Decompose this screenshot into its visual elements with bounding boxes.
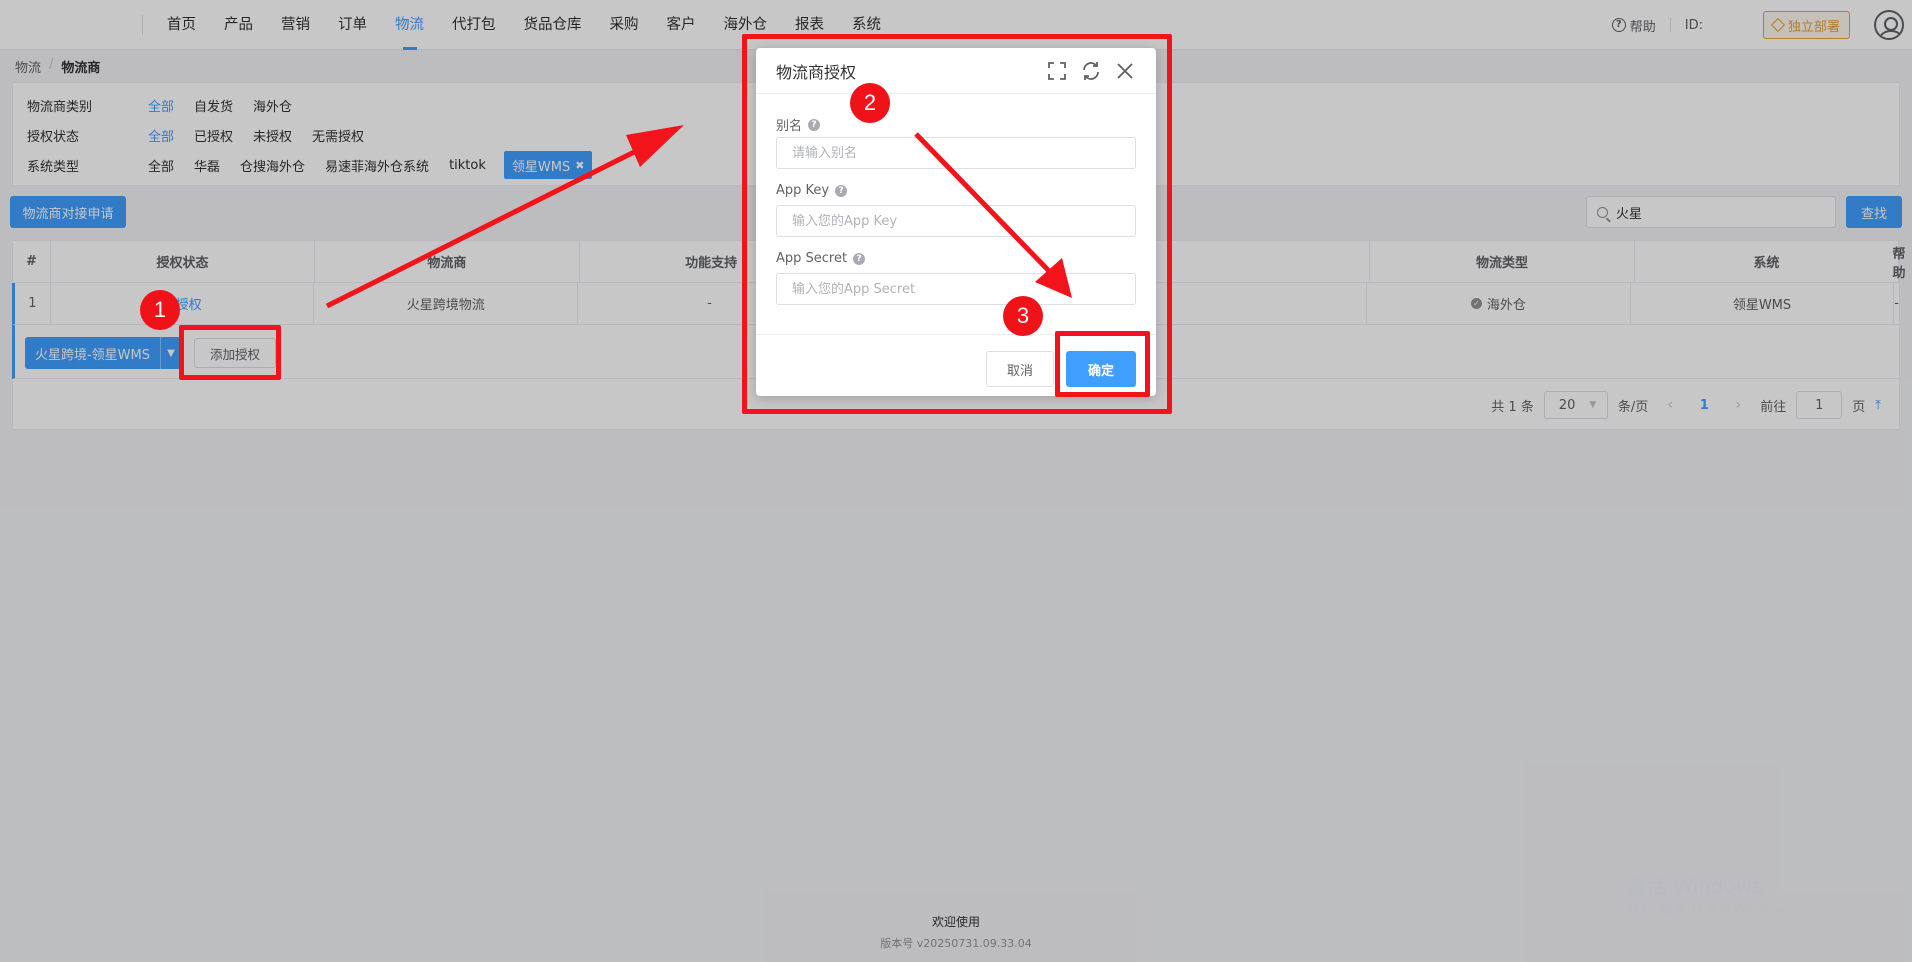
- highlight-add-authorization: [179, 325, 281, 380]
- highlight-confirm: [1055, 331, 1150, 397]
- step-badge-3: 3: [1003, 296, 1043, 336]
- step-badge-2: 2: [850, 83, 890, 123]
- windows-activation-watermark: 激活 Windows: [1627, 874, 1763, 898]
- step-badge-1: 1: [140, 290, 180, 330]
- windows-activation-subtitle: 转到"设置"以激活 Windows。: [1627, 902, 1806, 917]
- arrow-to-dialog: [325, 125, 684, 309]
